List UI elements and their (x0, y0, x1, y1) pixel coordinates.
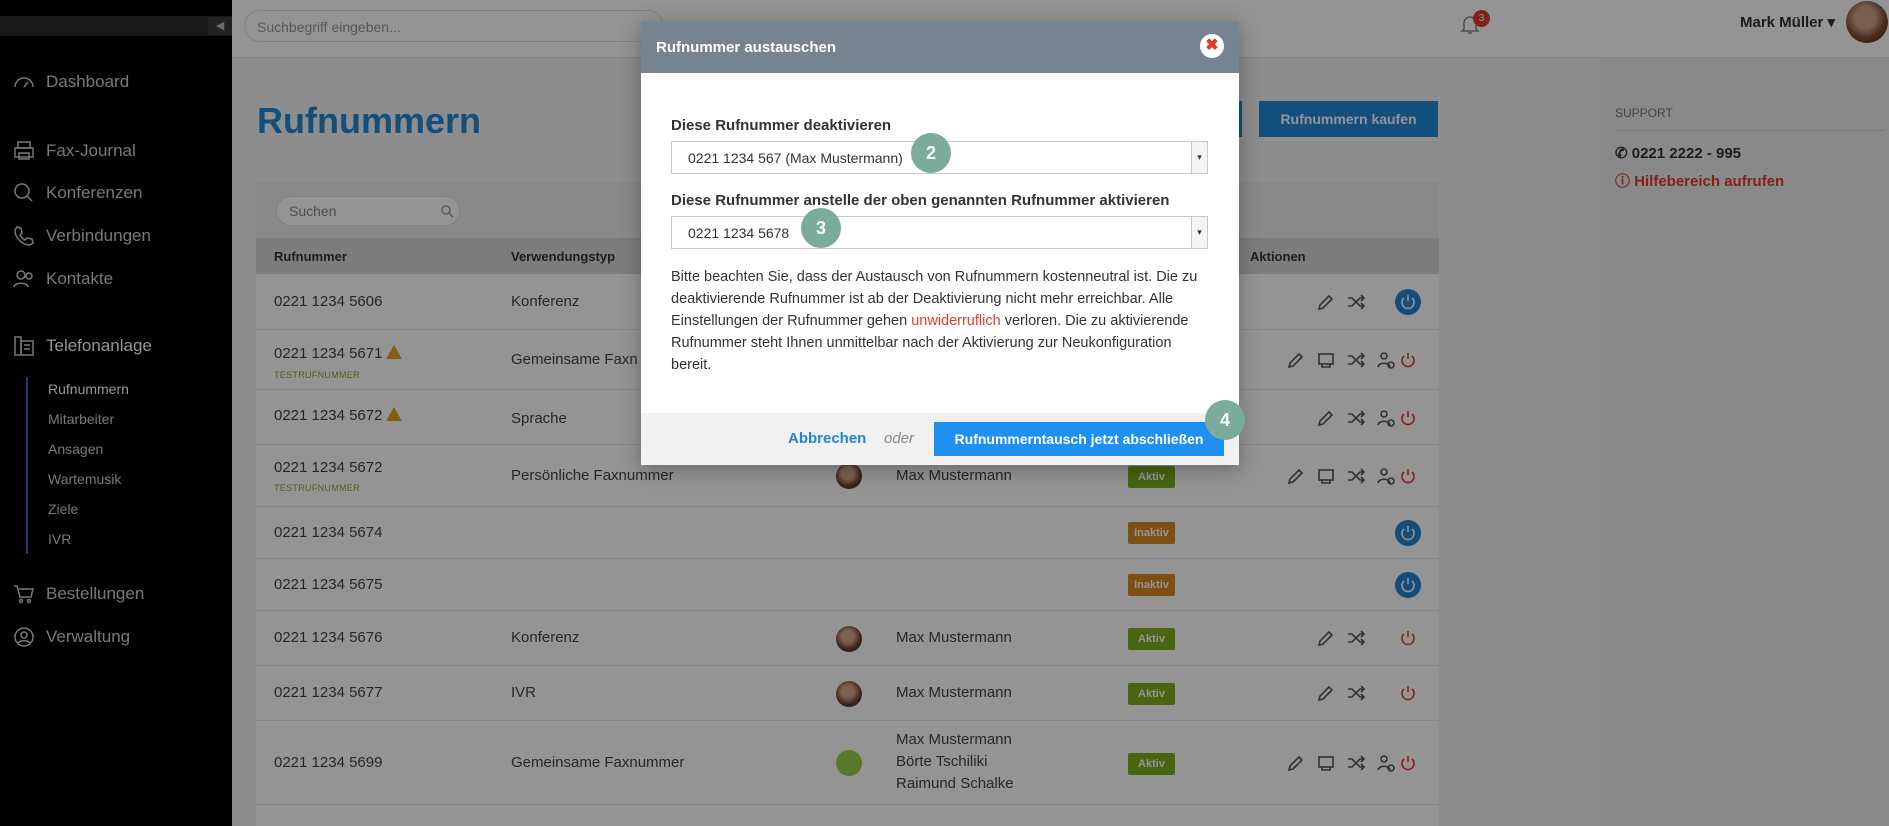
irrevocable-warning: unwiderruflich (911, 313, 1001, 329)
cancel-button[interactable]: Abbrechen (788, 430, 866, 447)
confirm-exchange-button[interactable]: Rufnummerntausch jetzt abschließen (934, 422, 1224, 456)
close-icon[interactable]: ✖ (1200, 34, 1224, 58)
step-marker-4: 4 (1205, 400, 1245, 440)
exchange-info-text: Bitte beachten Sie, dass der Austausch v… (671, 269, 1198, 373)
dialog-header: Rufnummer austauschen ✖ (641, 21, 1239, 73)
step-marker-2: 2 (911, 133, 951, 173)
dialog-footer: Abbrechen oder Rufnummerntausch jetzt ab… (641, 413, 1239, 465)
chevron-down-icon[interactable]: ▾ (1191, 217, 1207, 248)
activate-number-value: 0221 1234 5678 (688, 225, 790, 241)
deactivate-label: Diese Rufnummer deaktivieren (671, 117, 892, 134)
exchange-number-dialog: Rufnummer austauschen ✖ Diese Rufnummer … (641, 21, 1239, 465)
dialog-title: Rufnummer austauschen (656, 39, 837, 56)
deactivate-number-value: 0221 1234 567 (Max Mustermann) (688, 150, 903, 166)
step-marker-3: 3 (801, 208, 841, 248)
activate-number-select[interactable]: 0221 1234 5678 ▾ (671, 216, 1208, 249)
activate-label: Diese Rufnummer anstelle der oben genann… (671, 192, 1170, 209)
or-separator: oder (884, 430, 915, 447)
chevron-down-icon[interactable]: ▾ (1191, 142, 1207, 173)
